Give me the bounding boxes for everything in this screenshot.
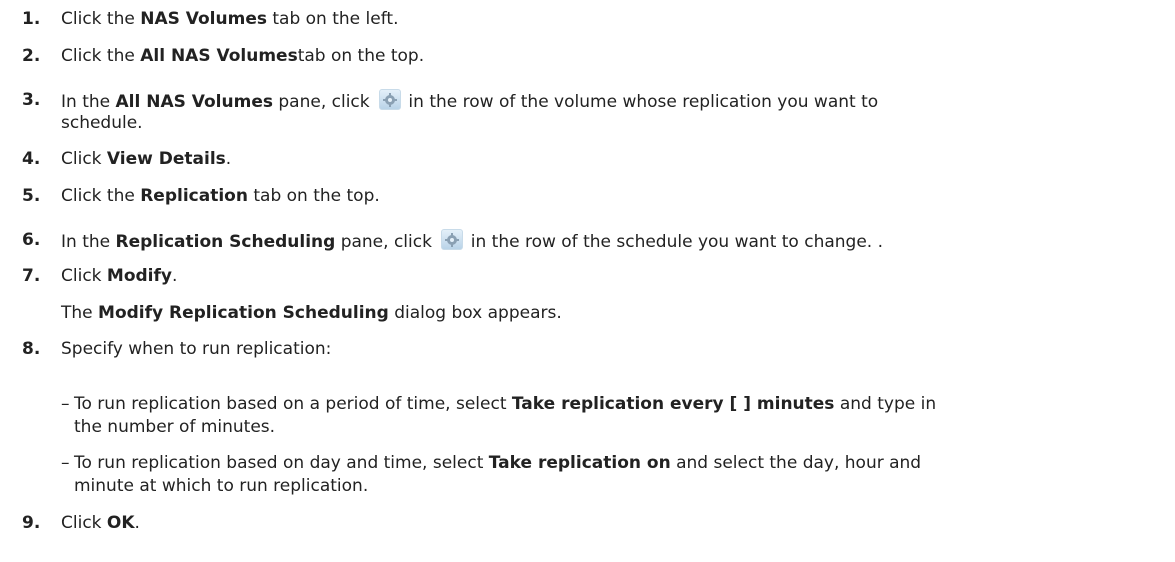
gear-icon xyxy=(441,229,464,250)
step-text: In the Replication Scheduling pane, clic… xyxy=(61,229,1160,254)
step-number: 9. xyxy=(22,513,41,533)
step-text: Click Modify. xyxy=(61,266,178,286)
ui-term: Take replication every [ ] minutes xyxy=(511,394,835,414)
sub-item-continuation: minute at which to run replication. xyxy=(74,476,369,496)
step-number: 8. xyxy=(22,339,41,359)
ui-term: Replication xyxy=(140,186,248,206)
step-number: 6. xyxy=(22,230,41,250)
step-text: Click View Details. xyxy=(61,149,232,169)
ui-term: All NAS Volumes xyxy=(140,46,298,66)
ui-term: View Details xyxy=(106,149,226,169)
sub-item-text: To run replication based on a period of … xyxy=(74,394,937,414)
ui-term: Modify Replication Scheduling xyxy=(98,303,389,323)
step-text: Click the NAS Volumes tab on the left. xyxy=(61,9,399,29)
step-text: In the All NAS Volumes pane, click in th… xyxy=(61,89,1160,114)
step-3-continuation: schedule. xyxy=(61,113,143,133)
step-number: 5. xyxy=(22,186,41,206)
ui-term: OK xyxy=(106,513,135,533)
step-number: 1. xyxy=(22,9,41,29)
step-text: Click the Replication tab on the top. xyxy=(61,186,380,206)
ui-term: Modify xyxy=(106,266,172,286)
sub-item-text: To run replication based on day and time… xyxy=(74,453,922,473)
sub-item-continuation: the number of minutes. xyxy=(74,417,276,437)
ui-term: NAS Volumes xyxy=(140,9,267,29)
gear-icon xyxy=(379,89,402,110)
ui-term: Take replication on xyxy=(488,453,671,473)
dash-bullet: – xyxy=(61,453,70,473)
step-number: 3. xyxy=(22,90,41,110)
step-text: Click the All NAS Volumestab on the top. xyxy=(61,46,425,66)
ui-term: All NAS Volumes xyxy=(115,92,273,112)
step-number: 2. xyxy=(22,46,41,66)
step-7-note: The Modify Replication Scheduling dialog… xyxy=(61,303,562,323)
step-number: 7. xyxy=(22,266,41,286)
dash-bullet: – xyxy=(61,394,70,414)
step-text: Click OK. xyxy=(61,513,140,533)
step-number: 4. xyxy=(22,149,41,169)
ui-term: Replication Scheduling xyxy=(115,232,336,252)
step-text: Specify when to run replication: xyxy=(61,339,332,359)
